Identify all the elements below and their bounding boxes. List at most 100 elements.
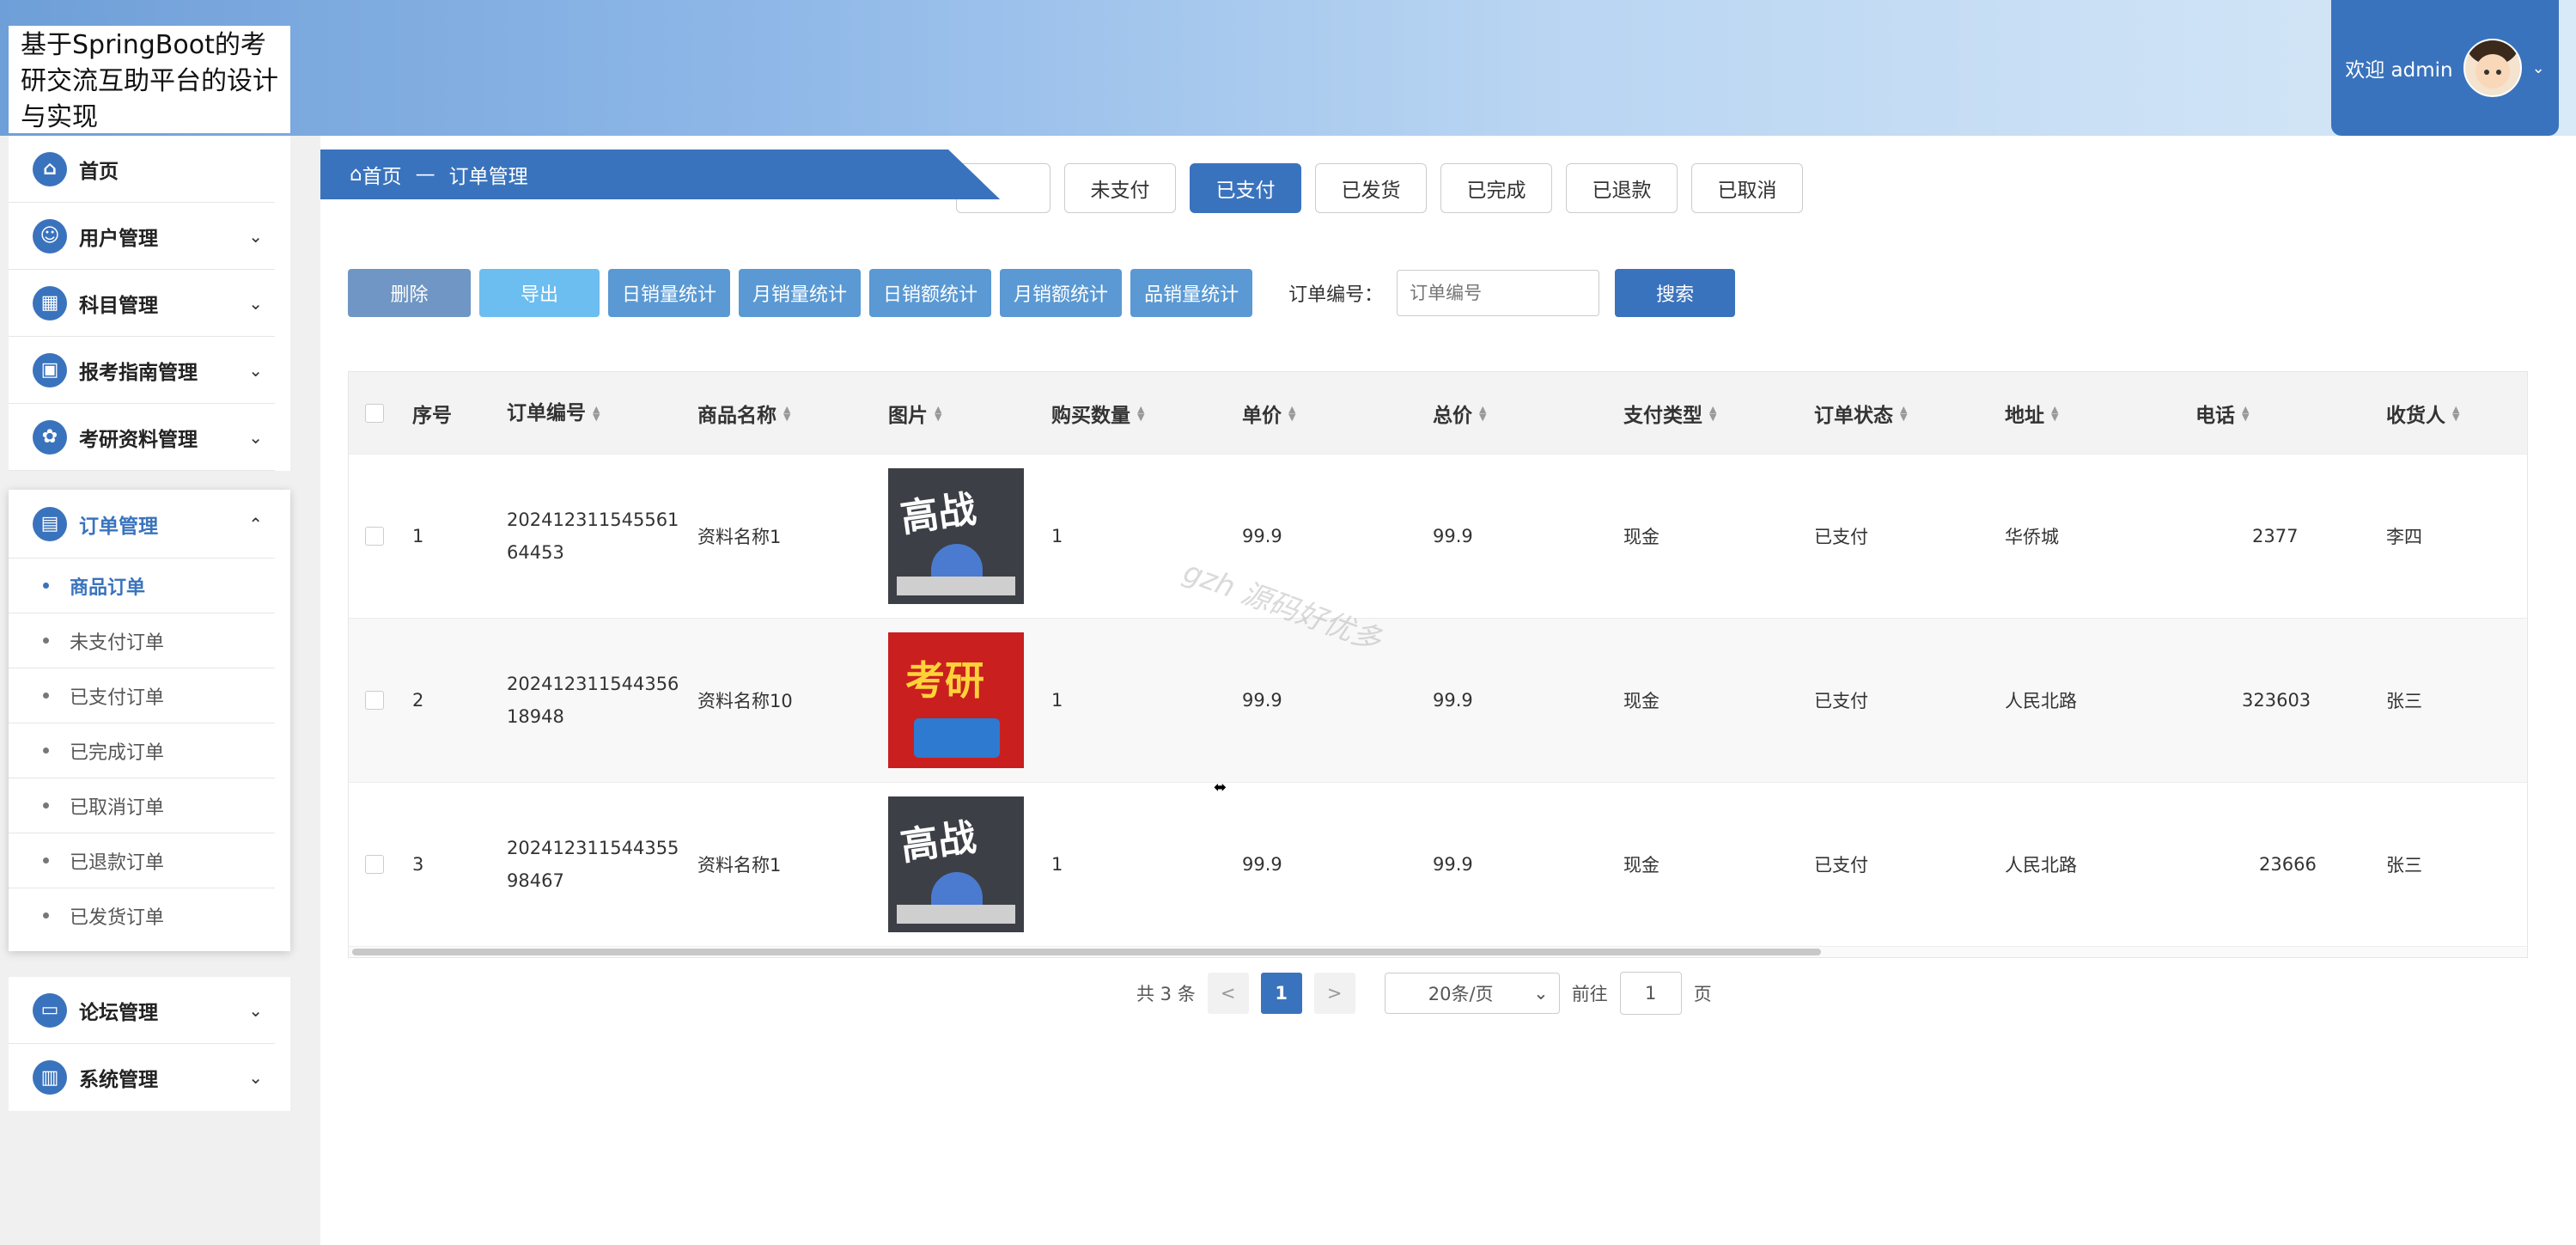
page-size-select[interactable]: 20条/页 ⌄ [1384,973,1560,1014]
col-header-quantity[interactable]: 购买数量 ▲ ▼ [1039,399,1230,428]
home-icon[interactable]: ⌂ [350,163,362,186]
col-header-product-name[interactable]: 商品名称 ▲ ▼ [685,399,876,428]
sidebar-item-materials[interactable]: ✿ 考研资料管理 ⌄ [9,404,275,471]
sidebar-item-label: 用户管理 [79,227,158,250]
cell-unit-price: 99.9 [1242,526,1282,546]
sidebar-subitem-shipped[interactable]: 已发货订单 [9,888,275,943]
tab-cancelled[interactable]: 已取消 [1691,163,1803,213]
table-row[interactable]: 1 20241231154556164453 资料名称1 高战 1 99.9 9… [349,454,2527,618]
sidebar-item-forum[interactable]: ▭ 论坛管理 ⌄ [9,977,275,1044]
breadcrumb-current: 订单管理 [448,166,528,188]
breadcrumb-home[interactable]: 首页 [362,160,402,189]
avatar[interactable] [2463,39,2522,97]
tab-completed[interactable]: 已完成 [1440,163,1552,213]
row-checkbox[interactable] [349,855,400,874]
sidebar-subitem-goods-orders[interactable]: 商品订单 [9,558,275,613]
sidebar-subitem-refunded[interactable]: 已退款订单 [9,833,275,888]
delete-button[interactable]: 删除 [348,269,471,317]
row-checkbox[interactable] [349,691,400,710]
chevron-down-icon[interactable]: ⌄ [2532,59,2545,77]
breadcrumb: ⌂ 首页 — 订单管理 [320,150,1001,199]
cell-quantity: 1 [1051,854,1063,875]
scrollbar-thumb[interactable] [352,949,1821,955]
col-header-total[interactable]: 总价 ▲ ▼ [1421,399,1611,428]
home-icon: ⌂ [33,151,67,186]
cell-product-name: 资料名称10 [697,691,793,711]
cell-product-name: 资料名称1 [697,855,782,876]
bullet-icon [43,583,49,589]
product-image[interactable]: 高战 [888,468,1024,604]
page-1-button[interactable]: 1 [1260,973,1302,1014]
chevron-up-icon: ⌃ [248,513,263,534]
horizontal-scrollbar[interactable] [349,946,2527,957]
user-menu[interactable]: 欢迎 admin ⌄ [2331,0,2559,136]
sidebar-subitem-unpaid[interactable]: 未支付订单 [9,613,275,668]
cell-address: 华侨城 [2005,527,2059,547]
cell-phone: 23666 [2259,854,2317,875]
tab-refunded[interactable]: 已退款 [1566,163,1678,213]
toolbar: 删除 导出 日销量统计 月销量统计 日销额统计 月销额统计 品销量统计 订单编号… [348,269,1736,317]
sidebar-subitem-paid[interactable]: 已支付订单 [9,668,275,723]
cell-order-no: 20241231154435598467 [507,838,679,891]
product-image[interactable]: 考研 [888,632,1024,768]
product-image[interactable]: 高战 [888,796,1024,932]
tab-paid[interactable]: 已支付 [1190,163,1301,213]
daily-sales-amount-button[interactable]: 日销额统计 [869,269,992,317]
cell-quantity: 1 [1051,690,1063,711]
col-header-index: 序号 [412,404,452,427]
sidebar-item-label: 首页 [79,160,119,183]
cell-image[interactable]: 考研 [876,632,1039,768]
sidebar-subitem-label: 已发货订单 [70,906,165,929]
cell-image[interactable]: 高战 [876,796,1039,932]
monthly-sales-count-button[interactable]: 月销量统计 [739,269,862,317]
export-button[interactable]: 导出 [479,269,600,317]
sidebar-item-guide[interactable]: ▣ 报考指南管理 ⌄ [9,337,275,404]
row-checkbox[interactable] [349,527,400,546]
sidebar-subitem-cancelled[interactable]: 已取消订单 [9,778,275,833]
cell-index: 1 [412,526,424,546]
sidebar-subitem-label: 已支付订单 [70,687,165,709]
cell-phone: 323603 [2242,690,2311,711]
sidebar-item-system[interactable]: ▥ 系统管理 ⌄ [9,1044,275,1111]
col-header-order-status[interactable]: 订单状态 ▲ ▼ [1802,399,1993,428]
cell-quantity: 1 [1051,526,1063,546]
mouse-cursor-icon: ⬌ [1214,778,1227,796]
table-row[interactable]: 2 20241231154435618948 资料名称10 考研 1 99.9 … [349,618,2527,782]
col-header-receiver[interactable]: 收货人 ▲ ▼ [2374,399,2486,428]
main-content: 未支付 已支付 已发货 已完成 已退款 已取消 ⌂ 首页 — 订单管理 删除 导… [320,136,2576,1245]
sidebar-item-subjects[interactable]: ▦ 科目管理 ⌄ [9,270,275,337]
cell-image[interactable]: 高战 [876,468,1039,604]
next-page-button[interactable]: > [1313,973,1355,1014]
briefcase-icon: ▥ [33,1060,67,1095]
daily-sales-count-button[interactable]: 日销量统计 [608,269,731,317]
product-sales-count-button[interactable]: 品销量统计 [1130,269,1253,317]
table-row[interactable]: 3 20241231154435598467 资料名称1 高战 1 99.9 9… [349,782,2527,946]
sidebar-item-orders[interactable]: ▤ 订单管理 ⌃ [9,490,275,558]
tab-shipped[interactable]: 已发货 [1315,163,1427,213]
sidebar-item-users[interactable]: ☺ 用户管理 ⌄ [9,203,275,270]
col-header-payment-type[interactable]: 支付类型 ▲ ▼ [1611,399,1802,428]
user-icon: ☺ [33,218,67,253]
cell-order-no: 20241231154556164453 [507,510,679,563]
cell-index: 3 [412,854,424,875]
search-button[interactable]: 搜索 [1615,269,1736,317]
monthly-sales-amount-button[interactable]: 月销额统计 [1000,269,1123,317]
goto-page-input[interactable]: 1 [1619,972,1682,1015]
bullet-icon [43,748,49,754]
col-header-image[interactable]: 图片 ▲ ▼ [876,399,1039,428]
sidebar-subitem-completed[interactable]: 已完成订单 [9,723,275,778]
tab-unpaid[interactable]: 未支付 [1064,163,1176,213]
bullet-icon [43,857,49,864]
chevron-down-icon: ⌄ [1533,983,1549,1004]
order-number-search-input[interactable] [1397,270,1600,316]
prev-page-button[interactable]: < [1207,973,1249,1014]
select-all-checkbox[interactable] [349,403,400,423]
col-header-address[interactable]: 地址 ▲ ▼ [1993,399,2183,428]
col-header-phone[interactable]: 电话 ▲ ▼ [2183,399,2374,428]
cell-receiver: 李四 [2386,527,2422,547]
sidebar-subitem-label: 商品订单 [70,577,146,599]
sidebar-item-home[interactable]: ⌂ 首页 [9,136,275,203]
sort-icon: ▲ ▼ [1137,403,1145,423]
col-header-unit-price[interactable]: 单价 ▲ ▼ [1230,399,1421,428]
col-header-order-no[interactable]: 订单编号 ▲ ▼ [495,397,685,430]
